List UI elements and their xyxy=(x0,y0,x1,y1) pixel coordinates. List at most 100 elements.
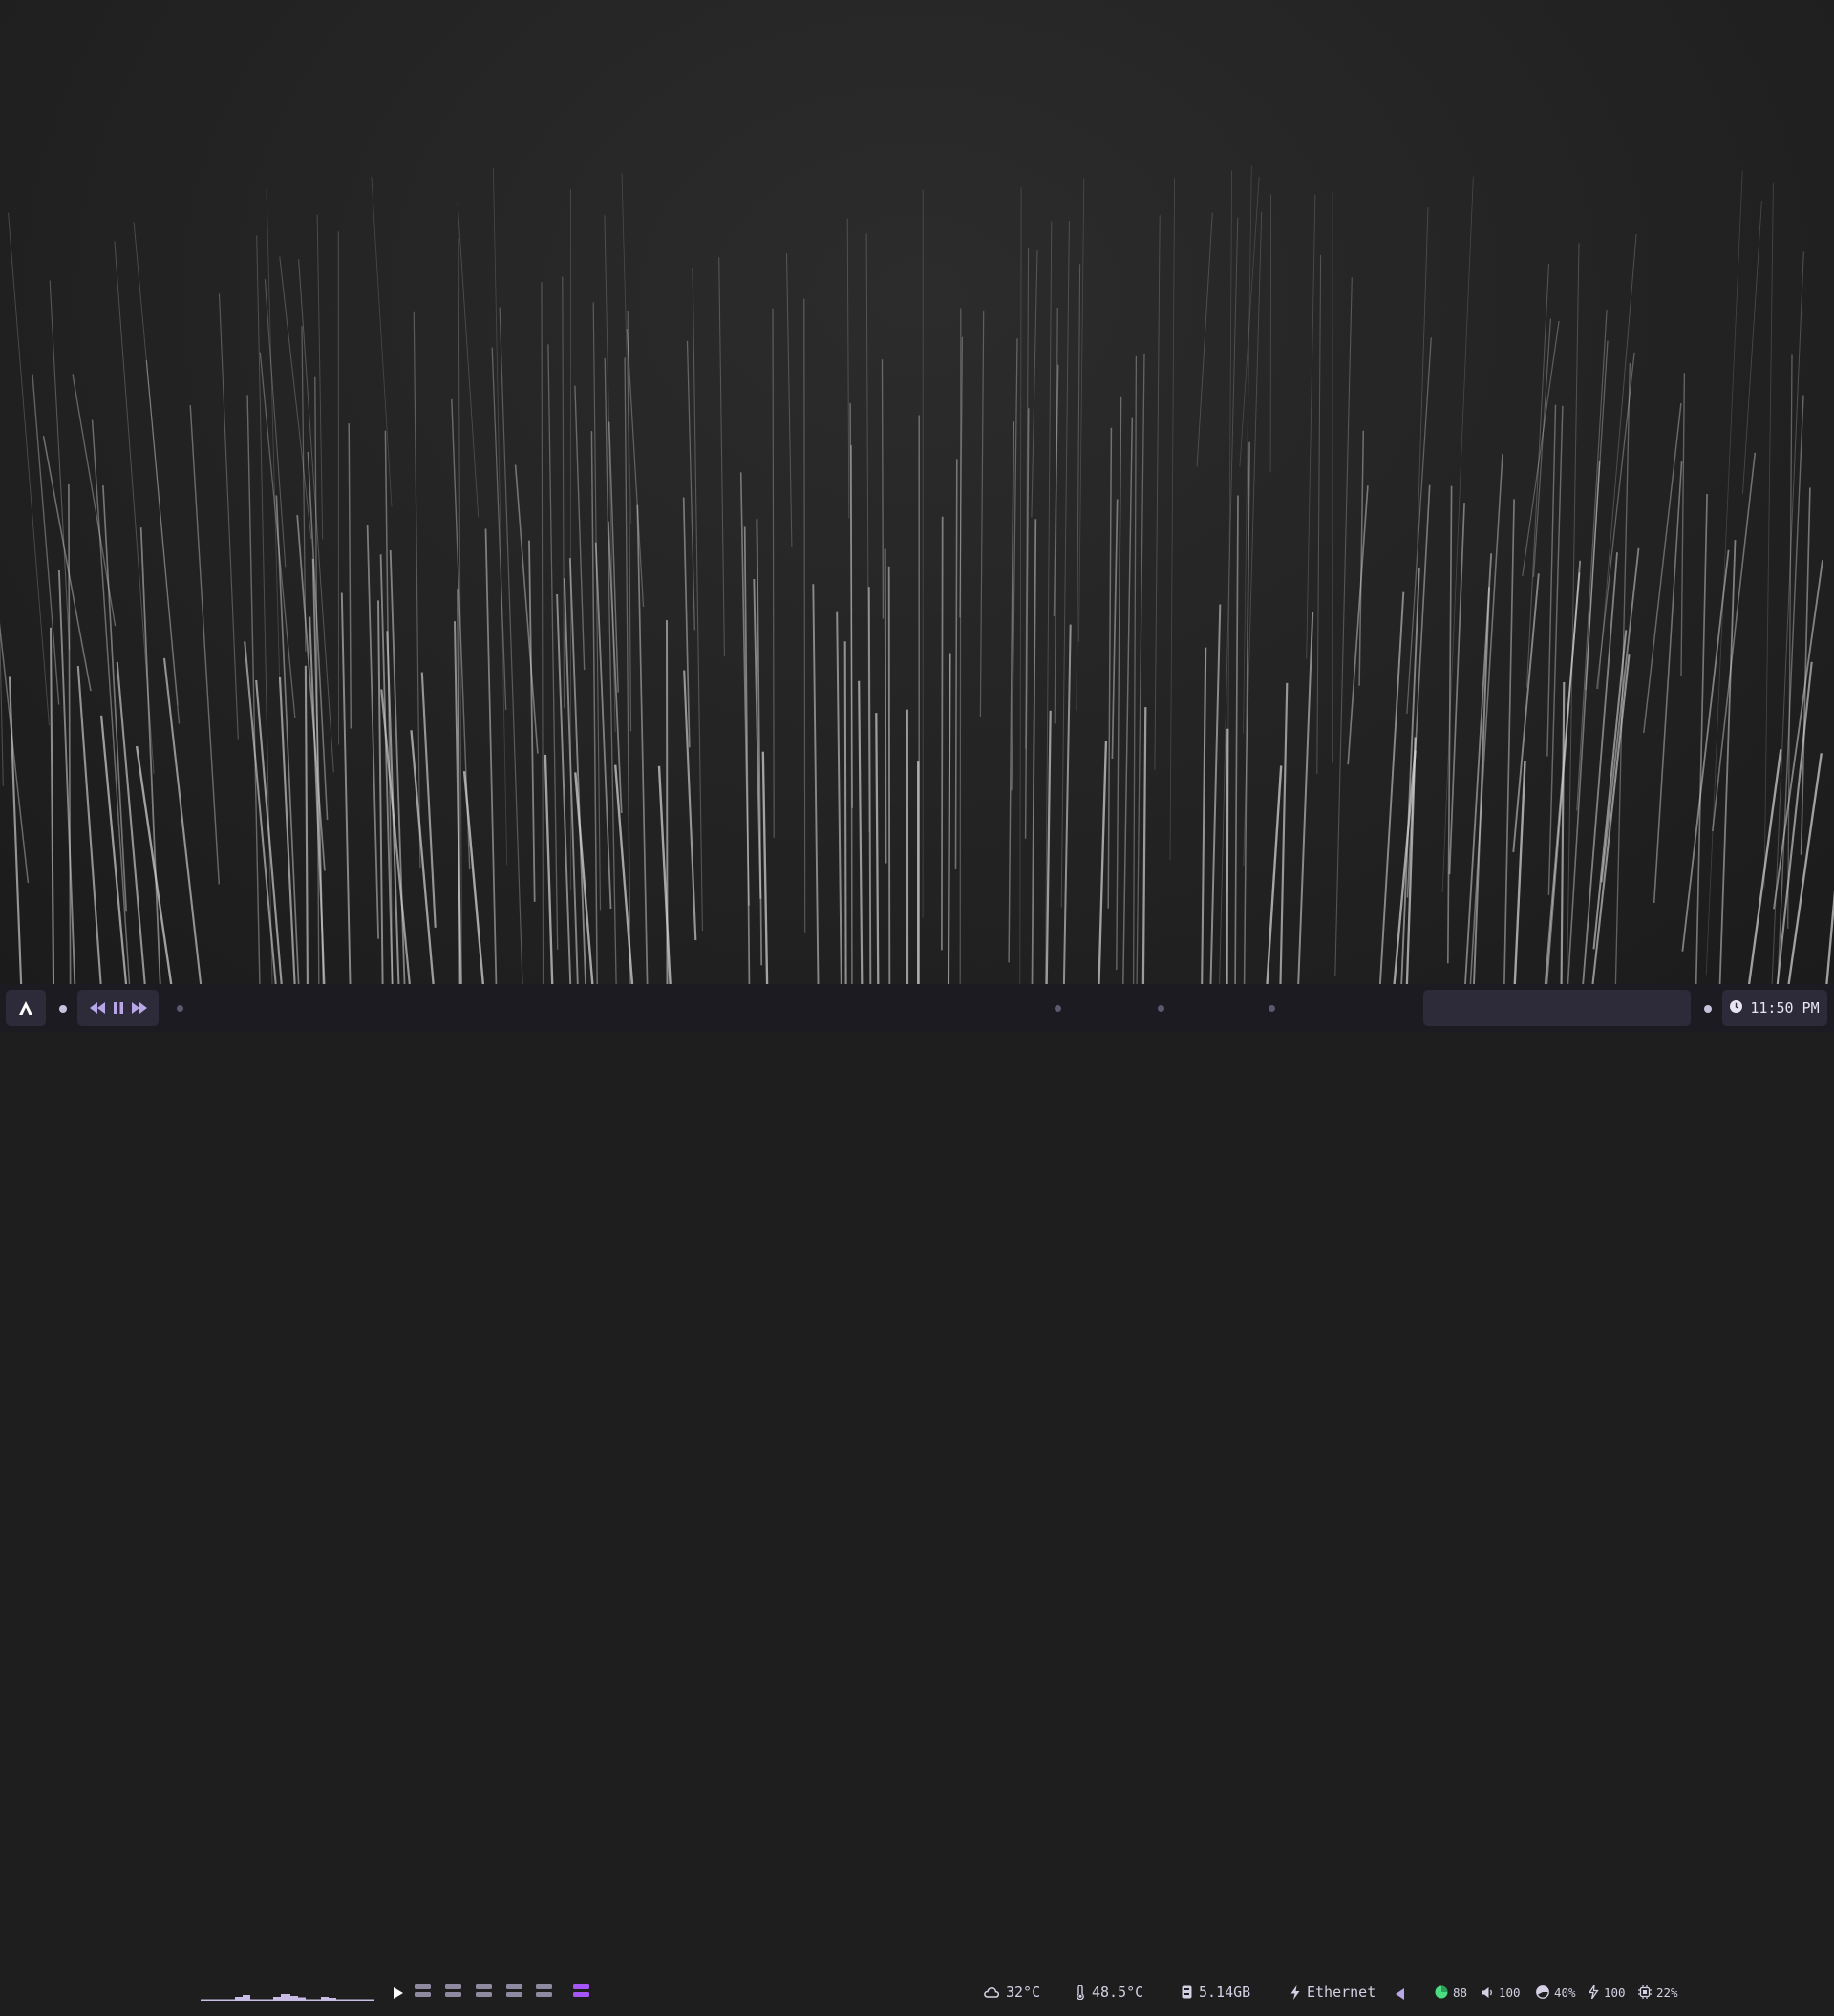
rain-streak xyxy=(1802,488,1810,855)
volume-widget[interactable]: 100 xyxy=(1482,1968,1521,2016)
rain-streak xyxy=(1749,749,1781,984)
workspace-button-6[interactable] xyxy=(573,1984,589,1998)
rain-streak xyxy=(93,420,130,984)
rain-streak xyxy=(591,431,597,984)
rain-streak xyxy=(667,620,668,984)
rain-streak xyxy=(1548,406,1563,895)
cpu-widget[interactable]: 22% xyxy=(1638,1968,1678,2016)
temperature-widget[interactable]: 48.5°C xyxy=(1076,1968,1143,2016)
workspace-button-5[interactable] xyxy=(536,1984,552,1998)
rain-streak xyxy=(763,752,767,984)
rain-streak xyxy=(960,308,961,984)
rain-streak xyxy=(1764,183,1773,888)
fast-forward-icon[interactable] xyxy=(130,998,149,1018)
rain-streak xyxy=(276,495,298,984)
rain-streak xyxy=(1788,354,1792,929)
workspace-button-2[interactable] xyxy=(445,1984,461,1998)
launcher-button[interactable] xyxy=(6,990,46,1026)
workspace-button-3[interactable] xyxy=(476,1984,492,1998)
rain-streak xyxy=(1143,707,1145,984)
rain-streak xyxy=(804,299,805,933)
rain-streak xyxy=(1197,213,1212,467)
workspace-button-1[interactable] xyxy=(415,1984,431,1998)
triangle-left-icon[interactable] xyxy=(1396,1986,1404,2004)
rain-streak xyxy=(458,203,479,517)
rain-streak xyxy=(529,541,535,902)
memory-icon xyxy=(1182,1985,1192,1999)
rain-streak xyxy=(1270,194,1271,472)
disk-widget[interactable]: 40% xyxy=(1536,1968,1576,2016)
rain-streak xyxy=(1268,766,1282,985)
play-icon[interactable] xyxy=(394,1985,405,1999)
rewind-icon[interactable] xyxy=(88,998,107,1018)
battery-value: 88 xyxy=(1453,1985,1467,2000)
status-bar: 32°C 48.5°C 5.14GB Ethernet 88 xyxy=(0,984,1834,1032)
rain-streak xyxy=(1789,753,1822,984)
rain-streak xyxy=(349,423,351,728)
clock-value: 11:50 PM xyxy=(1750,999,1819,1017)
rain-streak xyxy=(59,570,75,984)
rain-streak xyxy=(688,341,695,631)
rain-streak xyxy=(1155,215,1160,769)
pie-icon xyxy=(1536,1985,1549,1999)
desktop-wallpaper xyxy=(0,0,1834,984)
rain-streak xyxy=(1240,177,1259,467)
rain-streak xyxy=(1123,418,1133,984)
rain-streak xyxy=(1534,319,1551,577)
rain-streak xyxy=(1504,499,1514,984)
rain-streak xyxy=(1681,373,1684,676)
rain-streak xyxy=(103,485,126,911)
rain-streak xyxy=(859,681,862,984)
cpu-value: 22% xyxy=(1656,1985,1678,2000)
rain-streak xyxy=(1227,729,1228,984)
rain-streak xyxy=(1523,321,1559,576)
rain-streak xyxy=(575,386,585,670)
rain-streak xyxy=(378,600,383,984)
clock-widget[interactable]: 11:50 PM xyxy=(1722,990,1827,1026)
rain-streak xyxy=(851,445,852,984)
rain-streak xyxy=(1112,500,1117,760)
rain-streak xyxy=(869,587,871,984)
rain-streak xyxy=(372,177,392,507)
rain-streak xyxy=(51,628,53,984)
rain-streak xyxy=(659,766,671,984)
rain-streak xyxy=(593,302,600,910)
rain-streak xyxy=(78,666,101,984)
rain-streak xyxy=(1170,178,1175,860)
rain-streak xyxy=(492,348,506,710)
rain-streak xyxy=(280,257,311,539)
rain-streak xyxy=(949,654,950,985)
battery-widget[interactable]: 88 xyxy=(1435,1968,1467,2016)
rain-streak xyxy=(1407,485,1429,898)
workspace-button-4[interactable] xyxy=(506,1984,522,1998)
brightness-widget[interactable]: 100 xyxy=(1588,1968,1626,2016)
rain-streak xyxy=(719,257,725,656)
rain-streak xyxy=(1474,587,1489,984)
rain-streak xyxy=(493,168,506,865)
rain-streak xyxy=(1202,648,1205,984)
rain-streak xyxy=(1099,741,1106,984)
rain-streak xyxy=(1317,255,1321,774)
weather-value: 32°C xyxy=(1006,1984,1040,2001)
rain-streak xyxy=(980,311,983,717)
rain-streak xyxy=(1032,250,1037,517)
pause-icon[interactable] xyxy=(109,998,128,1018)
network-widget[interactable]: Ethernet xyxy=(1290,1968,1376,2016)
rain-streak xyxy=(1064,625,1071,984)
cloud-icon xyxy=(984,1986,999,1998)
rain-streak xyxy=(146,360,179,723)
separator-dot xyxy=(1055,1005,1061,1012)
thermometer-icon xyxy=(1076,1985,1085,2000)
rain-streak xyxy=(412,730,434,984)
network-value: Ethernet xyxy=(1307,1984,1376,2001)
rain-streak xyxy=(464,771,483,984)
rain-streak xyxy=(1513,573,1539,852)
rain-streak xyxy=(889,567,890,984)
rain-streak xyxy=(1079,178,1084,642)
rain-streak xyxy=(190,405,219,884)
weather-widget[interactable]: 32°C xyxy=(984,1968,1040,2016)
memory-widget[interactable]: 5.14GB xyxy=(1182,1968,1250,2016)
rain-streak xyxy=(1077,264,1080,710)
separator-dot xyxy=(59,1005,67,1013)
rain-streak xyxy=(9,213,50,725)
